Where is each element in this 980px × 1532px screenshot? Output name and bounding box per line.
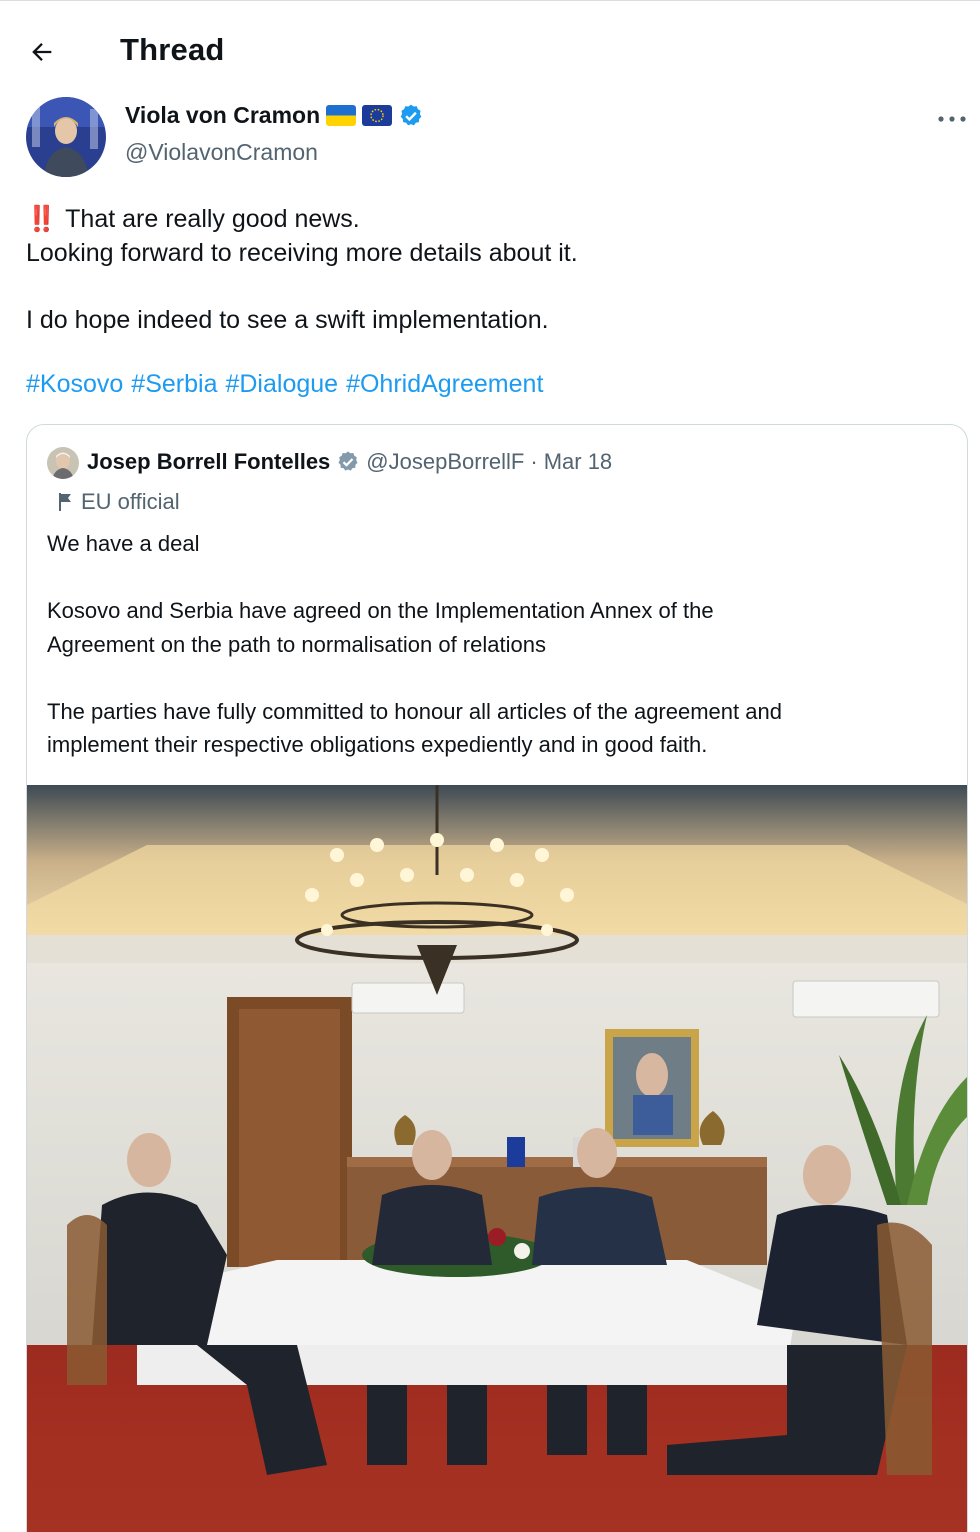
author-name-row: Viola von Cramon — [125, 102, 424, 129]
quoted-line: Agreement on the path to normalisation o… — [47, 631, 546, 657]
author-avatar[interactable] — [26, 97, 106, 177]
quoted-date[interactable]: Mar 18 — [544, 449, 612, 475]
arrow-left-icon — [32, 43, 52, 61]
hashtag-list: #Kosovo #Serbia #Dialogue #OhridAgreemen… — [26, 370, 543, 399]
quoted-line: The parties have fully committed to hono… — [47, 698, 782, 724]
hashtag-link[interactable]: #OhridAgreement — [346, 370, 543, 399]
verified-badge-grey-icon — [338, 451, 358, 471]
hashtag-link[interactable]: #Dialogue — [225, 370, 338, 399]
more-horizontal-icon — [938, 116, 966, 122]
top-divider — [0, 0, 980, 4]
author-handle[interactable]: @ViolavonCramon — [125, 139, 318, 166]
quoted-author-name[interactable]: Josep Borrell Fontelles — [87, 449, 330, 475]
more-options-button[interactable] — [934, 104, 970, 134]
tweet-line: Looking forward to receiving more detail… — [26, 238, 578, 267]
tweet-line: I do hope indeed to see a swift implemen… — [26, 305, 549, 334]
back-button[interactable] — [22, 32, 62, 72]
page-title: Thread — [120, 32, 225, 67]
hashtag-link[interactable]: #Serbia — [131, 370, 217, 399]
flag-icon — [59, 493, 71, 511]
thread-header: Thread — [0, 24, 980, 80]
ukraine-flag-icon — [326, 105, 357, 126]
quoted-tweet-card[interactable]: Josep Borrell Fontelles @JosepBorrellF ·… — [26, 424, 968, 1532]
quoted-photo[interactable] — [27, 785, 967, 1532]
verified-badge-icon — [398, 103, 424, 129]
eu-flag-icon — [362, 105, 393, 126]
tweet-line: ‼️ That are really good news. — [26, 205, 360, 233]
quoted-line: Kosovo and Serbia have agreed on the Imp… — [47, 598, 714, 623]
quoted-line-break — [47, 561, 947, 595]
hashtag-link[interactable]: #Kosovo — [26, 370, 123, 399]
separator-dot: · — [530, 449, 538, 474]
author-name[interactable]: Viola von Cramon — [125, 102, 320, 129]
tweet-line-break — [26, 270, 956, 304]
affiliation-label: EU official — [81, 489, 180, 514]
quoted-line: implement their respective obligations e… — [47, 732, 708, 757]
quoted-header: Josep Borrell Fontelles @JosepBorrellF ·… — [87, 449, 612, 475]
tweet-text: ‼️ That are really good news. Looking for… — [26, 203, 956, 337]
quoted-text: We have a deal Kosovo and Serbia have ag… — [47, 527, 947, 762]
quoted-line-break — [47, 661, 947, 695]
thread-page: Thread Viola von Cramon @ViolavonCramon — [0, 0, 980, 1532]
quoted-author-handle[interactable]: @JosepBorrellF — [366, 449, 524, 475]
affiliation-badge: EU official — [57, 489, 180, 515]
quoted-author-avatar[interactable] — [47, 447, 79, 479]
double-exclamation-icon: ‼️ — [26, 205, 57, 233]
quoted-line: We have a deal — [47, 531, 200, 556]
